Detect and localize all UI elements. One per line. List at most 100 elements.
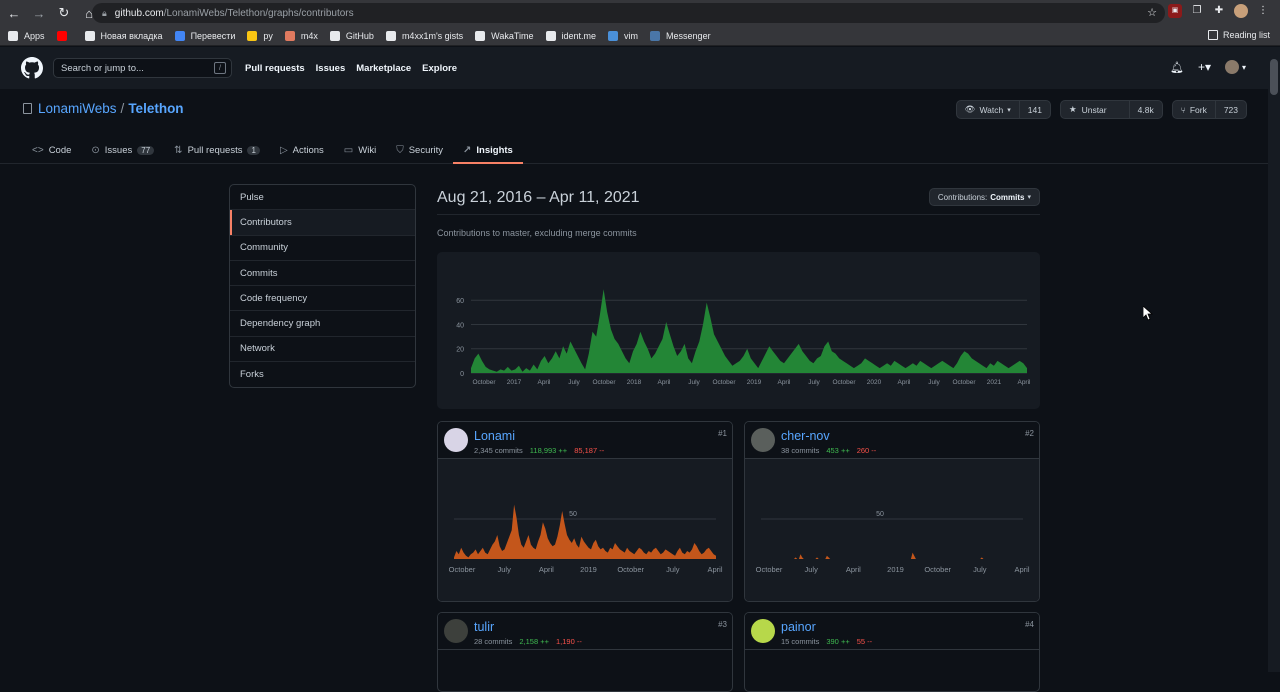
fork-count[interactable]: 723: [1216, 101, 1246, 118]
commit-count-link[interactable]: 38 commits: [781, 446, 819, 455]
url-path: /LonamiWebs/Telethon/graphs/contributors: [163, 7, 354, 19]
commit-count-link[interactable]: 28 commits: [474, 637, 512, 646]
bookmark-item[interactable]: Messenger: [650, 30, 711, 41]
reload-icon[interactable]: ↻: [53, 2, 75, 24]
create-new-plus-icon[interactable]: +▾: [1198, 60, 1211, 74]
search-input[interactable]: Search or jump to... /: [53, 58, 232, 78]
sidebar-item-dependency-graph[interactable]: Dependency graph: [230, 311, 415, 337]
x-tick-label: October: [592, 379, 616, 386]
star-icon: ★: [1068, 104, 1077, 114]
page-scrollbar[interactable]: [1268, 47, 1280, 672]
additions-count: 390 ++: [826, 637, 850, 646]
area-series: [471, 289, 1027, 373]
tab-count-badge: 1: [247, 145, 260, 155]
contributor-name-link[interactable]: Lonami: [474, 429, 515, 443]
avatar: [1224, 60, 1239, 74]
bookmark-item[interactable]: vim: [608, 30, 639, 41]
tab-security[interactable]: ⛉ Security: [396, 136, 443, 164]
fork-label: Fork: [1189, 104, 1207, 115]
x-tick-label: October: [449, 565, 476, 574]
contributor-name-link[interactable]: tulir: [474, 620, 494, 634]
avatar[interactable]: [751, 619, 775, 643]
avatar[interactable]: [751, 428, 775, 452]
contributions-chart: 0 20 40 60 October 2017 April July October 2018 Ap…: [437, 252, 1040, 409]
contributions-select[interactable]: Contributions: Commits ▾: [928, 188, 1040, 206]
star-count[interactable]: 4.8k: [1130, 101, 1162, 118]
extensions-puzzle-icon[interactable]: ✚: [1212, 4, 1226, 18]
repo-name-link[interactable]: Telethon: [128, 101, 183, 116]
x-tick-label: October: [617, 565, 644, 574]
address-bar[interactable]: 🔒︎ github.com/LonamiWebs/Telethon/graphs…: [92, 3, 1165, 23]
tab-wiki[interactable]: ▭ Wiki: [344, 136, 376, 164]
contributions-select-value: Commits: [990, 192, 1025, 202]
bookmark-label: m4x: [300, 30, 318, 41]
repo-owner-link[interactable]: LonamiWebs: [38, 101, 117, 116]
bookmark-item[interactable]: ident.me: [545, 30, 596, 41]
contributor-stats: 28 commits 2,158 ++ 1,190 --: [474, 637, 582, 646]
user-avatar-menu[interactable]: ▾: [1224, 60, 1246, 74]
tab-label: Security: [408, 144, 444, 156]
sidebar-item-forks[interactable]: Forks: [230, 362, 415, 387]
commit-count-link[interactable]: 15 commits: [781, 637, 819, 646]
nav-issues[interactable]: Issues: [316, 63, 346, 74]
profile-avatar-icon[interactable]: [1234, 4, 1248, 18]
forward-icon[interactable]: →: [28, 2, 50, 24]
sidebar-item-code-frequency[interactable]: Code frequency: [230, 286, 415, 312]
sidebar-item-community[interactable]: Community: [230, 236, 415, 261]
bookmark-item[interactable]: m4xx1m's gists: [385, 30, 463, 41]
avatar[interactable]: [444, 619, 468, 643]
reading-list-button[interactable]: Reading list: [1207, 30, 1270, 40]
scrollbar-thumb[interactable]: [1270, 59, 1278, 95]
bookmark-star-icon[interactable]: ☆: [1147, 6, 1157, 19]
notifications-bell-icon[interactable]: 🔔︎: [1170, 61, 1184, 74]
sidebar-item-commits[interactable]: Commits: [230, 261, 415, 287]
avatar[interactable]: [444, 428, 468, 452]
fork-button[interactable]: ⑂ Fork 723: [1171, 100, 1247, 119]
tab-label: Issues: [104, 144, 133, 156]
bookmark-item[interactable]: Перевести: [174, 30, 235, 41]
x-tick-label: April: [537, 379, 551, 386]
nav-pull-requests[interactable]: Pull requests: [245, 63, 305, 74]
extension-badge-icon[interactable]: ▣: [1168, 4, 1182, 18]
chrome-menu-icon[interactable]: ⋮: [1256, 4, 1270, 18]
nav-marketplace[interactable]: Marketplace: [356, 63, 411, 74]
tab-actions[interactable]: ▷ Actions: [280, 136, 324, 164]
bookmark-item[interactable]: [56, 30, 73, 41]
github-logo-icon[interactable]: [21, 57, 43, 79]
contributor-name-link[interactable]: cher-nov: [781, 429, 830, 443]
bookmark-icon: [329, 30, 340, 41]
tab-issues[interactable]: ⊙ Issues 77: [91, 136, 155, 164]
back-icon[interactable]: ←: [3, 2, 25, 24]
bookmark-icon: [475, 30, 486, 41]
watch-button[interactable]: 👁︎ Watch ▾ 141: [955, 100, 1051, 119]
tab-code[interactable]: <> Code: [32, 136, 71, 164]
contributor-name-link[interactable]: painor: [781, 620, 816, 634]
contributor-stats: 15 commits 390 ++ 55 --: [781, 637, 872, 646]
tab-pull-requests[interactable]: ⇅ Pull requests 1: [174, 136, 260, 164]
commit-count-link[interactable]: 2,345 commits: [474, 446, 523, 455]
chevron-down-icon: ▾: [1007, 106, 1011, 114]
sidebar-item-pulse[interactable]: Pulse: [230, 185, 415, 211]
bookmark-label: py: [263, 30, 273, 41]
sidebar-item-network[interactable]: Network: [230, 337, 415, 363]
bookmark-label: GitHub: [345, 30, 374, 41]
unstar-button[interactable]: ★ Unstar 4.8k: [1059, 100, 1163, 119]
bookmark-label: WakaTime: [491, 30, 534, 41]
x-tick-label: April: [707, 565, 722, 574]
extension-copy-icon[interactable]: ❐: [1190, 4, 1204, 18]
nav-explore[interactable]: Explore: [422, 63, 457, 74]
deletions-count: 1,190 --: [555, 637, 582, 646]
x-tick-label: July: [688, 379, 700, 386]
bookmark-item[interactable]: Новая вкладка: [84, 30, 163, 41]
bookmark-item[interactable]: GitHub: [329, 30, 374, 41]
bookmark-item[interactable]: py: [247, 30, 273, 41]
sidebar-item-contributors[interactable]: Contributors: [230, 210, 415, 236]
bookmark-item[interactable]: Apps: [8, 30, 45, 41]
watch-count[interactable]: 141: [1020, 101, 1050, 118]
tab-insights[interactable]: ↗ Insights: [453, 136, 523, 164]
bookmark-icon: [545, 30, 556, 41]
bookmark-item[interactable]: m4x: [284, 30, 318, 41]
bookmark-label: vim: [624, 30, 639, 41]
bookmark-item[interactable]: WakaTime: [475, 30, 534, 41]
contributor-stats: 38 commits 453 ++ 260 --: [781, 446, 876, 455]
